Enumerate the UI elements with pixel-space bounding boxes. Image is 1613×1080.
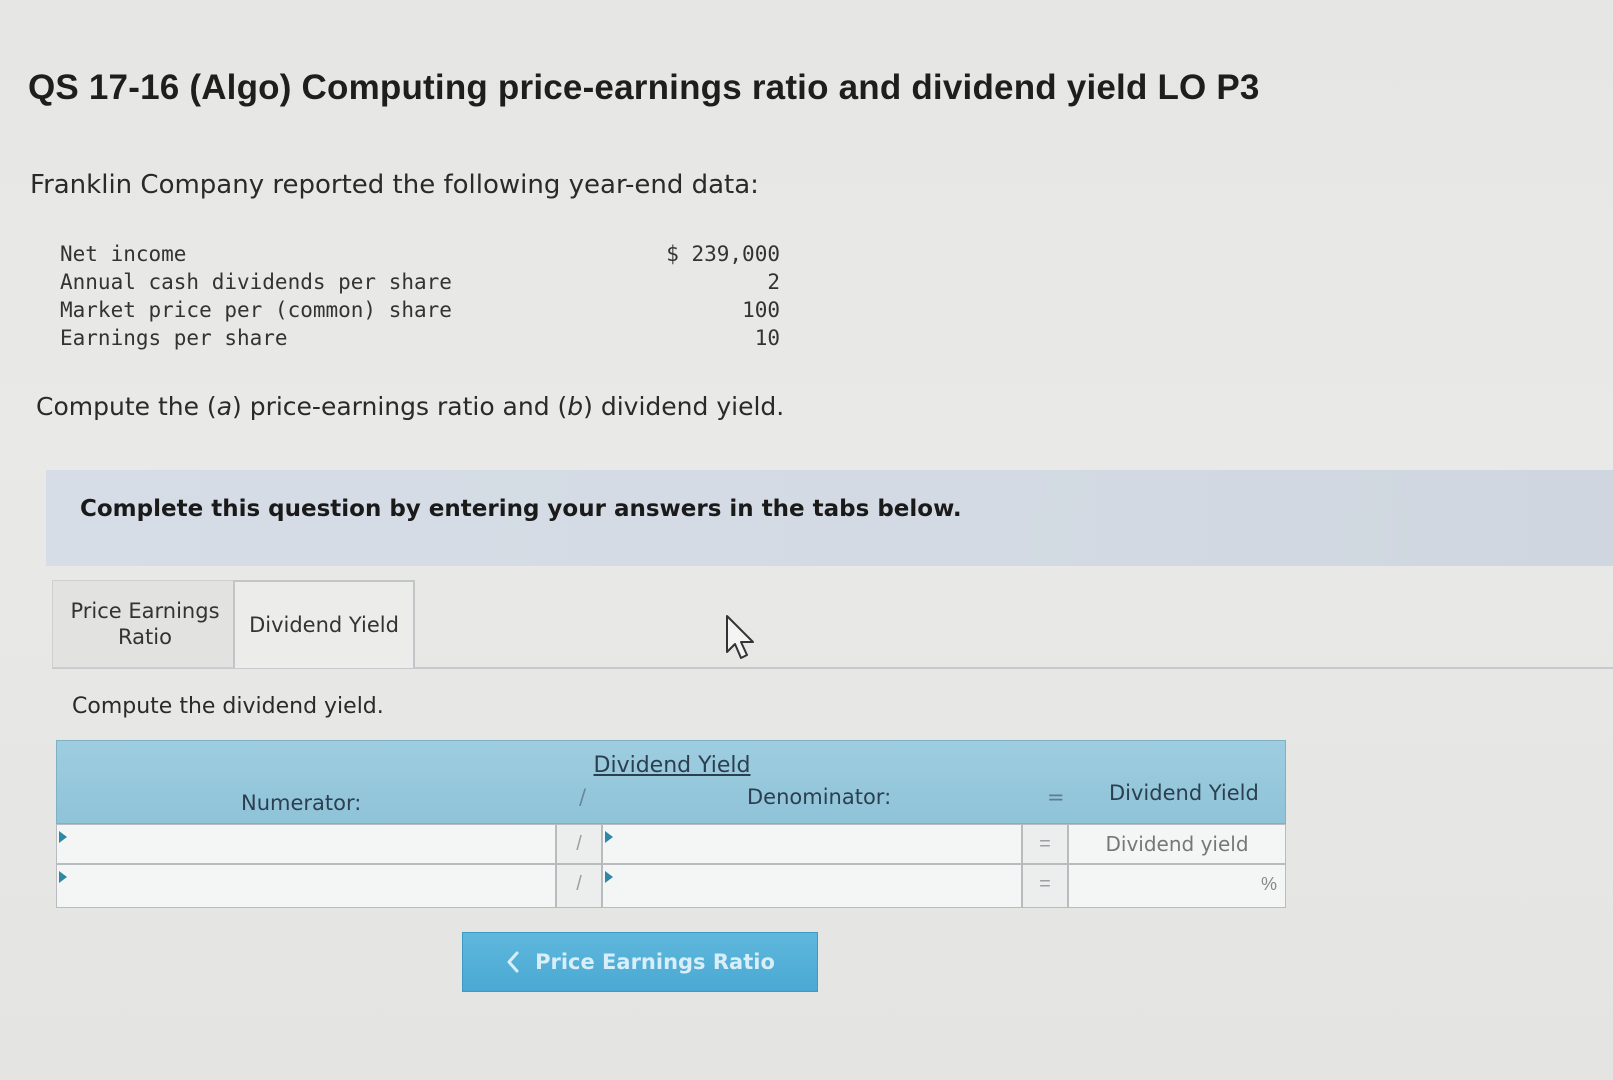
equals-symbol: = (1022, 864, 1068, 908)
equals-symbol: = (1047, 785, 1065, 809)
data-value: 2 (767, 270, 780, 294)
compute-prompt: Compute the dividend yield. (72, 694, 384, 719)
denominator-input-row2[interactable] (602, 864, 1022, 908)
input-marker-icon (59, 831, 67, 843)
numerator-field[interactable] (57, 825, 555, 863)
divide-symbol: / (556, 864, 602, 908)
calculator-header: Dividend Yield Numerator: / Denominator:… (56, 740, 1286, 824)
prev-tab-button[interactable]: Price Earnings Ratio (462, 932, 818, 992)
problem-data-table: Net income $ 239,000 Annual cash dividen… (60, 240, 780, 352)
data-row: Earnings per share 10 (60, 324, 780, 352)
tab-price-earnings-ratio[interactable]: Price Earnings Ratio (52, 580, 238, 668)
input-marker-icon (605, 871, 613, 883)
numerator-header: Numerator: (241, 791, 362, 815)
dividend-yield-result-input[interactable]: % (1068, 864, 1286, 908)
calculator-title: Dividend Yield (593, 753, 751, 778)
data-value: 100 (742, 298, 780, 322)
mouse-pointer-icon (726, 615, 754, 659)
denominator-header: Denominator: (747, 785, 892, 809)
tab-label: Price Earnings Ratio (70, 599, 220, 649)
tab-dividend-yield[interactable]: Dividend Yield (233, 580, 415, 668)
data-value: $ 239,000 (666, 242, 780, 266)
data-label: Net income (60, 242, 187, 266)
numerator-input-row2[interactable] (56, 864, 556, 908)
input-marker-icon (59, 871, 67, 883)
data-row: Net income $ 239,000 (60, 240, 780, 268)
tab-label: Dividend Yield (249, 613, 399, 637)
dividend-yield-calculator: Dividend Yield Numerator: / Denominator:… (56, 740, 1286, 920)
instruction-text: Compute the (a) price-earnings ratio and… (36, 392, 785, 421)
result-header: Dividend Yield (1109, 781, 1259, 805)
percent-unit: % (1260, 874, 1277, 894)
divide-symbol: / (556, 824, 602, 864)
result-label-dividend-yield: Dividend yield (1068, 824, 1286, 864)
data-label: Market price per (common) share (60, 298, 452, 322)
problem-intro: Franklin Company reported the following … (30, 170, 759, 200)
data-value: 10 (754, 326, 780, 350)
page-title: QS 17-16 (Algo) Computing price-earnings… (28, 68, 1260, 107)
result-field[interactable] (1069, 865, 1285, 907)
numerator-field[interactable] (57, 865, 555, 907)
denominator-field[interactable] (603, 825, 1021, 863)
prev-tab-label: Price Earnings Ratio (535, 950, 775, 974)
banner-text: Complete this question by entering your … (80, 496, 962, 522)
instruction-banner: Complete this question by entering your … (46, 470, 1613, 566)
data-label: Annual cash dividends per share (60, 270, 452, 294)
denominator-input-row1[interactable] (602, 824, 1022, 864)
data-row: Market price per (common) share 100 (60, 296, 780, 324)
data-row: Annual cash dividends per share 2 (60, 268, 780, 296)
equals-symbol: = (1022, 824, 1068, 864)
chevron-left-icon (507, 951, 519, 973)
divide-symbol: / (579, 785, 587, 809)
numerator-input-row1[interactable] (56, 824, 556, 864)
data-label: Earnings per share (60, 326, 288, 350)
input-marker-icon (605, 831, 613, 843)
denominator-field[interactable] (603, 865, 1021, 907)
